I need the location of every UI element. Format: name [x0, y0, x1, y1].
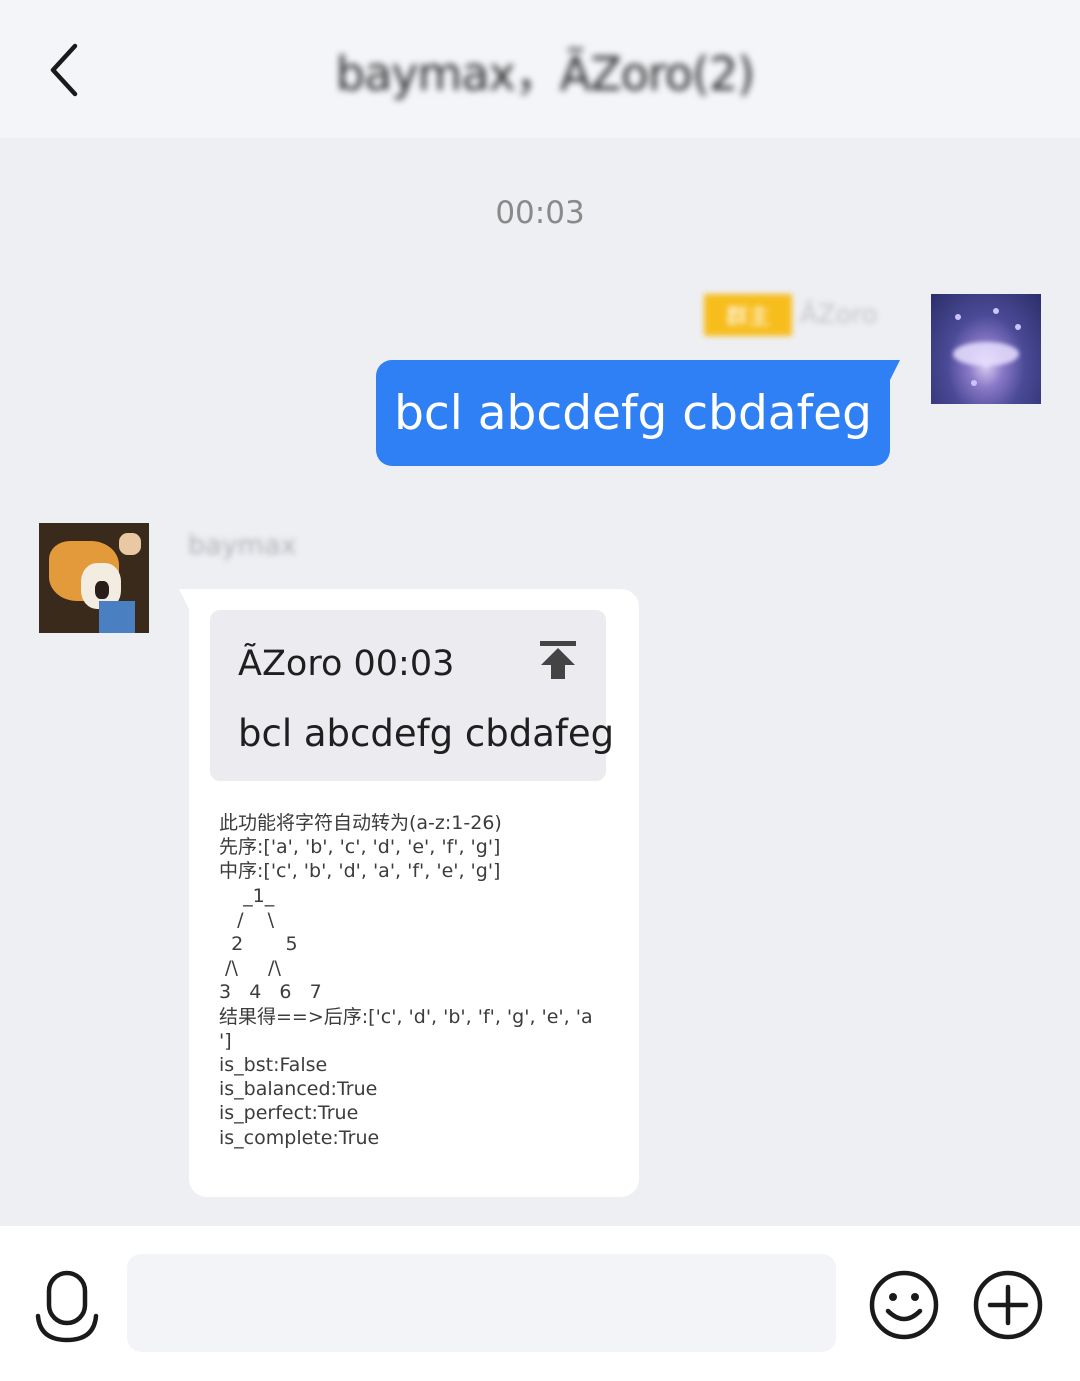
emoji-button[interactable]: [868, 1269, 940, 1341]
chat-header: baymax，ÃZoro(2): [0, 0, 1080, 138]
quoted-text: bcl abcdefg cbdafeg: [238, 712, 615, 755]
avatar-shape: [119, 533, 141, 555]
other-avatar[interactable]: [39, 523, 149, 633]
avatar-ring: [953, 342, 1019, 366]
message-timestamp: 00:03: [495, 195, 585, 231]
other-sender-name: baymax: [188, 530, 297, 561]
avatar-shape: [99, 601, 135, 633]
owner-badge: 群主: [704, 294, 792, 336]
quoted-message[interactable]: ÃZoro 00:03 bcl abcdefg cbdafeg: [210, 610, 614, 781]
other-message-bubble[interactable]: ÃZoro 00:03 bcl abcdefg cbdafeg 此功能将字符自动…: [179, 589, 639, 1197]
self-sender-meta: 群主 ÃZoro: [704, 294, 892, 336]
avatar-star: [955, 314, 961, 320]
self-sender-name: ÃZoro: [800, 300, 878, 330]
more-button[interactable]: [972, 1269, 1044, 1341]
self-message-text: bcl abcdefg cbdafeg: [394, 385, 872, 441]
chat-title: baymax，ÃZoro(2): [310, 36, 780, 106]
avatar-star: [1015, 324, 1021, 330]
smiley-icon: [869, 1270, 939, 1340]
plus-circle-icon: [973, 1270, 1043, 1340]
microphone-icon: [35, 1270, 99, 1343]
voice-button[interactable]: [34, 1270, 100, 1346]
input-bar: [0, 1226, 1080, 1381]
self-message-bubble[interactable]: bcl abcdefg cbdafeg: [376, 360, 900, 466]
back-button[interactable]: [30, 35, 100, 105]
self-avatar[interactable]: [931, 294, 1041, 404]
chat-title-text: baymax，ÃZoro(2): [335, 47, 755, 101]
reply-text: 此功能将字符自动转为(a-z:1-26) 先序:['a', 'b', 'c', …: [219, 812, 593, 1149]
jump-to-top-icon[interactable]: [536, 638, 580, 682]
quoted-author-time: ÃZoro 00:03: [238, 644, 455, 684]
avatar-star: [971, 380, 977, 386]
message-input[interactable]: [127, 1254, 836, 1352]
chevron-left-icon: [50, 43, 78, 97]
avatar-star: [993, 308, 999, 314]
avatar-shape: [95, 581, 109, 599]
